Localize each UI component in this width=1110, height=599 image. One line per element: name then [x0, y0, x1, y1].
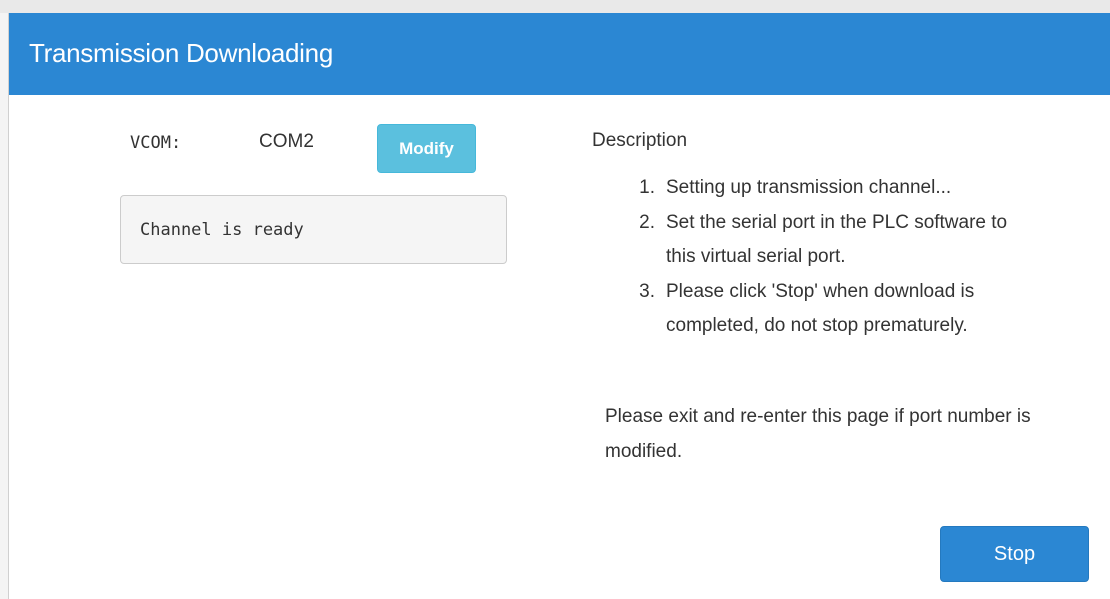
- description-step: 1. Setting up transmission channel...: [629, 171, 1029, 206]
- port-change-note: Please exit and re-enter this page if po…: [605, 406, 1031, 462]
- step-text: Please click 'Stop' when download is com…: [666, 280, 975, 337]
- channel-status-text: Channel is ready: [140, 220, 304, 240]
- dialog-header: Transmission Downloading: [9, 13, 1110, 95]
- step-text: Set the serial port in the PLC software …: [666, 211, 1008, 268]
- background-page-edge: [0, 13, 9, 599]
- description-steps: 1. Setting up transmission channel... 2.…: [629, 171, 1029, 344]
- step-number: 1.: [639, 177, 655, 198]
- description-step: 3. Please click 'Stop' when download is …: [629, 275, 1029, 344]
- stop-button[interactable]: Stop: [940, 526, 1089, 582]
- description-step: 2. Set the serial port in the PLC softwa…: [629, 206, 1029, 275]
- dialog-title: Transmission Downloading: [29, 38, 333, 68]
- background-page-strip: [0, 0, 1110, 13]
- description-title: Description: [592, 130, 688, 151]
- step-number: 2.: [639, 211, 655, 233]
- modify-button[interactable]: Modify: [377, 124, 476, 173]
- vcom-port-value: COM2: [259, 131, 314, 152]
- step-number: 3.: [639, 280, 655, 302]
- step-text: Setting up transmission channel...: [666, 177, 952, 198]
- vcom-label: VCOM:: [130, 133, 182, 153]
- transmission-dialog: Transmission Downloading VCOM: COM2 Modi…: [9, 13, 1110, 599]
- channel-status-box: Channel is ready: [120, 195, 507, 264]
